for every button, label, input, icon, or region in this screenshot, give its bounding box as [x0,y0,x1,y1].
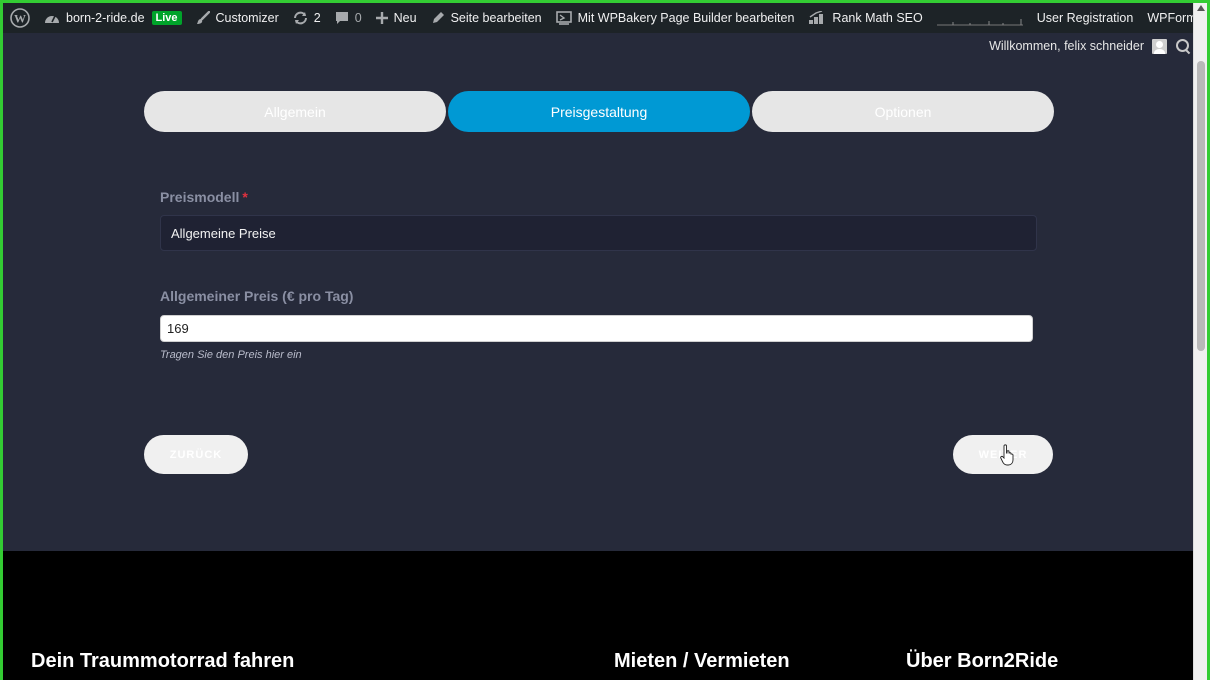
plus-icon [375,12,388,24]
footer-title-ride: Dein Traummotorrad fahren [31,650,295,672]
rankmath-chart-icon [808,11,826,25]
welcome-text: Willkommen, felix schneider [989,39,1144,53]
svg-text:W: W [14,12,26,26]
site-name: born-2-ride.de [66,11,145,25]
page-scrollbar[interactable] [1193,3,1207,680]
tab-allgemein[interactable]: Allgemein [144,91,446,132]
comments-link[interactable]: 0 [328,3,369,33]
customizer-label: Customizer [215,11,279,25]
user-registration-label: User Registration [1036,11,1134,25]
wordpress-menu[interactable]: W [3,3,37,33]
account-greeting[interactable]: Willkommen, felix schneider [989,36,1191,56]
back-button[interactable]: ZURÜCK [144,435,248,474]
price-model-select[interactable]: Allgemeine Preise [160,215,1037,251]
wordpress-logo-icon: W [10,8,30,28]
tab-preisgestaltung[interactable]: Preisgestaltung [448,91,750,132]
required-mark: * [242,189,248,205]
wp-admin-bar: W born-2-ride.de Live Customizer 2 0 Neu… [3,3,1203,33]
new-content-menu[interactable]: Neu [369,3,424,33]
avatar[interactable] [1152,38,1167,54]
pencil-icon [431,11,445,25]
dashboard-gauge-icon [44,11,60,25]
stats-sparkline[interactable] [930,3,1030,33]
price-model-label-text: Preismodell [160,189,240,205]
refresh-icon [293,11,308,25]
hand-pointer-icon [1000,444,1014,466]
search-icon[interactable] [1175,38,1191,54]
general-price-input[interactable] [160,315,1033,342]
scroll-up-arrow-icon[interactable] [1197,5,1205,11]
wpbakery-link[interactable]: Mit WPBakery Page Builder bearbeiten [549,3,802,33]
customizer-link[interactable]: Customizer [189,3,286,33]
browser-frame: W born-2-ride.de Live Customizer 2 0 Neu… [0,0,1210,680]
comments-count: 0 [354,11,362,25]
site-name-menu[interactable]: born-2-ride.de Live [37,3,189,33]
user-registration-link[interactable]: User Registration [1030,3,1141,33]
new-label: Neu [393,11,417,25]
updates-link[interactable]: 2 [286,3,328,33]
tab-optionen[interactable]: Optionen [752,91,1054,132]
footer-title-about: Über Born2Ride [906,650,1059,672]
stats-sparkline-icon [936,19,1023,26]
footer-title-rent: Mieten / Vermieten [614,650,790,672]
general-price-label: Allgemeiner Preis (€ pro Tag) [160,288,354,304]
price-model-label: Preismodell * [160,189,248,205]
wpbakery-label: Mit WPBakery Page Builder bearbeiten [577,11,795,25]
paintbrush-icon [196,11,210,25]
edit-page-link[interactable]: Seite bearbeiten [424,3,549,33]
scrollbar-thumb[interactable] [1197,61,1205,351]
site-footer: Dein Traummotorrad fahren Mieten / Vermi… [3,551,1193,680]
page-builder-icon [555,11,572,25]
updates-count: 2 [313,11,321,25]
general-price-hint: Tragen Sie den Preis hier ein [160,349,302,361]
live-badge: Live [151,11,182,25]
rankmath-menu[interactable]: Rank Math SEO [801,3,929,33]
rankmath-label: Rank Math SEO [832,11,923,25]
price-model-value: Allgemeine Preise [171,225,276,241]
comment-bubble-icon [335,11,349,25]
form-step-tabs: Allgemein Preisgestaltung Optionen [144,91,1054,132]
edit-page-label: Seite bearbeiten [450,11,542,25]
